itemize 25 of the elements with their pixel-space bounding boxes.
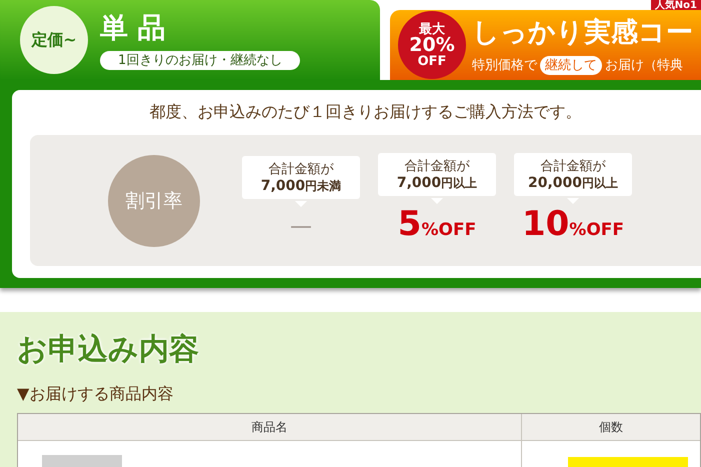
tab-title: しっかり実感コー: [472, 16, 693, 50]
discount-rate: 5%OFF: [398, 206, 476, 246]
discount-label: 割引率: [108, 154, 200, 246]
plan-description: 都度、お申込みのたび１回きりお届けするご購入方法です。: [148, 102, 582, 123]
condition-text: 合計金額が: [540, 158, 606, 175]
column-header: 個数: [521, 414, 700, 440]
tab-title: 単 品: [100, 10, 167, 44]
popular-label: 人気No1: [650, 0, 701, 10]
price-badge: 定価~: [20, 6, 88, 74]
condition-text: 合計金額が: [268, 161, 334, 178]
condition-amount: 20,000円以上: [528, 175, 618, 192]
section-heading: お申込み内容: [17, 331, 200, 369]
subtitle-pill: 継続して: [540, 56, 602, 74]
no-discount-text: —: [290, 213, 312, 241]
condition-amount: 7,000円以上: [396, 175, 478, 192]
subtitle-pill: 1回きりのお届け・継続なし: [100, 50, 300, 70]
column-header: 商品名: [250, 419, 288, 436]
subsection-heading: ▼お届けする商品内容: [17, 384, 174, 405]
discount-rate: 10%OFF: [522, 206, 624, 246]
condition-text: 合計金額が: [404, 158, 470, 175]
condition-amount: 7,000円未満: [260, 178, 342, 195]
discount-badge: 最大 20% OFF: [398, 11, 466, 79]
subtitle-text: 特別価格で: [472, 57, 537, 74]
plan-tab[interactable]: 定価~ 単 品 1回きりのお届け・継続なし: [0, 0, 380, 80]
subtitle-text: お届け（特典: [605, 57, 683, 74]
